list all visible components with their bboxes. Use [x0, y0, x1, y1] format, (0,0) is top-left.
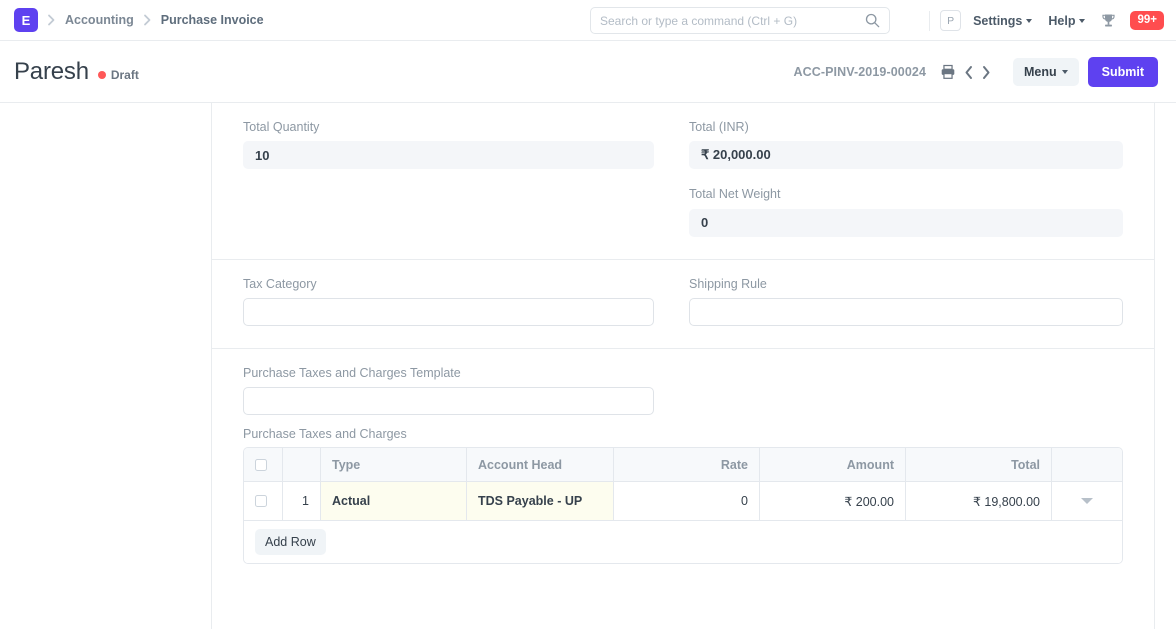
record-navigation [960, 63, 995, 82]
avatar[interactable]: P [940, 10, 962, 31]
top-navbar: E Accounting Purchase Invoice P Settings… [0, 0, 1176, 41]
shipping-rule-label: Shipping Rule [689, 276, 767, 291]
section-totals: Total Quantity 10 Total (INR) ₹ 20,000.0… [212, 103, 1154, 260]
notification-badge[interactable]: 99+ [1130, 10, 1164, 31]
settings-menu[interactable]: Settings [973, 13, 1033, 28]
breadcrumb-item-accounting[interactable]: Accounting [65, 13, 134, 27]
chevron-right-icon [134, 14, 161, 26]
chevron-right-icon [38, 14, 65, 26]
field-shipping-rule: Shipping Rule [689, 276, 1123, 326]
tax-category-input[interactable] [243, 297, 654, 326]
cell-rate[interactable]: 0 [614, 482, 760, 520]
field-charges-template: Purchase Taxes and Charges Template [243, 365, 654, 415]
page-header-actions: ACC-PINV-2019-00024 Menu Submit [793, 41, 1158, 103]
global-search[interactable] [590, 7, 890, 34]
field-tax-category: Tax Category [243, 276, 654, 326]
section-purchase-taxes-charges: Purchase Taxes and Charges Template Purc… [212, 349, 1154, 586]
field-total-inr: Total (INR) ₹ 20,000.00 [689, 119, 1123, 170]
search-icon[interactable] [865, 13, 880, 28]
total-quantity-value: 10 [243, 141, 654, 170]
grid-header-amount[interactable]: Amount [760, 448, 906, 481]
chevron-down-icon [1026, 18, 1033, 23]
row-expand-cell[interactable] [1052, 482, 1122, 520]
table-row[interactable]: 1 Actual TDS Payable - UP 0 ₹ 200.00 ₹ 1… [244, 482, 1122, 520]
grid-header-total[interactable]: Total [906, 448, 1052, 481]
field-total-quantity: Total Quantity 10 [243, 119, 654, 170]
breadcrumb: E Accounting Purchase Invoice [14, 8, 264, 32]
submit-button[interactable]: Submit [1087, 57, 1158, 87]
chevron-down-icon[interactable] [1081, 498, 1093, 504]
total-inr-value: ₹ 20,000.00 [689, 141, 1123, 170]
grid-header-type[interactable]: Type [321, 448, 467, 481]
row-index: 1 [283, 482, 321, 520]
breadcrumb-item-purchase-invoice[interactable]: Purchase Invoice [161, 13, 264, 27]
charges-template-input[interactable] [243, 387, 654, 415]
select-all-cell [244, 448, 283, 481]
navbar-right-actions: P Settings Help 99+ [925, 0, 1164, 41]
shipping-rule-column: Shipping Rule [683, 276, 1123, 326]
chevron-left-icon[interactable] [960, 63, 977, 82]
page-title-group: Paresh Draft [14, 58, 139, 86]
add-row-button[interactable]: Add Row [255, 529, 326, 555]
grid-header-rate[interactable]: Rate [614, 448, 760, 481]
print-icon[interactable] [938, 62, 958, 82]
purchase-taxes-grid: Type Account Head Rate Amount Total 1 Ac… [243, 447, 1123, 564]
field-total-net-weight: Total Net Weight 0 [689, 186, 1123, 237]
total-net-weight-value: 0 [689, 208, 1123, 237]
total-quantity-label: Total Quantity [243, 120, 320, 134]
charges-template-label: Purchase Taxes and Charges Template [243, 365, 461, 380]
shipping-rule-input[interactable] [689, 297, 1123, 326]
charges-grid-label: Purchase Taxes and Charges [243, 427, 407, 441]
page-header: Paresh Draft ACC-PINV-2019-00024 Menu Su… [0, 41, 1176, 103]
cell-type[interactable]: Actual [321, 482, 467, 520]
page-title: Paresh [14, 57, 89, 85]
status-label: Draft [110, 67, 139, 82]
grid-header-expand [1052, 448, 1122, 481]
row-checkbox[interactable] [255, 495, 267, 507]
status-badge: Draft [97, 67, 139, 82]
charges-template-column: Purchase Taxes and Charges Template [243, 365, 683, 415]
cell-account-head[interactable]: TDS Payable - UP [467, 482, 614, 520]
cell-amount[interactable]: ₹ 200.00 [760, 482, 906, 520]
grid-header-index [283, 448, 321, 481]
trophy-icon[interactable] [1101, 13, 1116, 29]
total-net-weight-label: Total Net Weight [689, 187, 781, 202]
form-area: Total Quantity 10 Total (INR) ₹ 20,000.0… [211, 103, 1155, 629]
page-body: Total Quantity 10 Total (INR) ₹ 20,000.0… [0, 103, 1176, 629]
tax-category-label: Tax Category [243, 276, 317, 291]
chevron-right-icon[interactable] [978, 63, 995, 82]
total-inr-label: Total (INR) [689, 120, 749, 134]
navbar-divider [929, 10, 931, 31]
chevron-down-icon [1079, 18, 1086, 23]
chevron-down-icon [1061, 70, 1068, 74]
tax-category-column: Tax Category [243, 276, 683, 326]
help-menu[interactable]: Help [1048, 13, 1086, 28]
document-id: ACC-PINV-2019-00024 [793, 65, 926, 79]
row-select-cell [244, 482, 283, 520]
menu-button[interactable]: Menu [1013, 58, 1079, 86]
section-tax-shipping: Tax Category Shipping Rule [212, 260, 1154, 349]
app-logo[interactable]: E [14, 8, 38, 32]
help-label: Help [1048, 13, 1076, 28]
left-gutter [0, 103, 211, 629]
grid-header-account-head[interactable]: Account Head [467, 448, 614, 481]
select-all-checkbox[interactable] [255, 458, 267, 471]
charges-template-spacer [683, 365, 1123, 415]
cell-total[interactable]: ₹ 19,800.00 [906, 482, 1052, 520]
status-dot-icon [97, 70, 106, 79]
grid-footer: Add Row [244, 520, 1122, 563]
totals-right-column: Total (INR) ₹ 20,000.00 Total Net Weight… [683, 119, 1123, 237]
menu-label: Menu [1024, 65, 1057, 79]
search-input[interactable] [600, 13, 865, 28]
grid-header-row: Type Account Head Rate Amount Total [244, 448, 1122, 482]
settings-label: Settings [973, 13, 1023, 28]
totals-left-column: Total Quantity 10 [243, 119, 683, 237]
